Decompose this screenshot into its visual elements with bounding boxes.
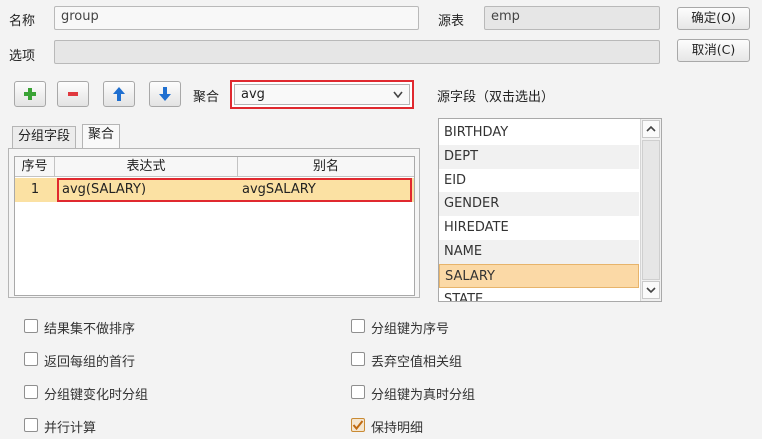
move-up-button[interactable] bbox=[103, 81, 135, 107]
checkbox-no-sort-label: 结果集不做排序 bbox=[44, 322, 136, 337]
checkbox-group-when-true[interactable] bbox=[351, 385, 365, 399]
plus-icon bbox=[24, 88, 36, 100]
checkbox-first-row-label: 返回每组的首行 bbox=[44, 355, 136, 370]
arrow-up-icon bbox=[113, 87, 125, 101]
options-label: 选项 bbox=[9, 49, 36, 64]
chevron-down-icon bbox=[393, 91, 403, 99]
source-fields-list[interactable]: BIRTHDAY DEPT EID GENDER HIREDATE NAME S… bbox=[438, 118, 662, 302]
scroll-down-button[interactable] bbox=[642, 281, 660, 299]
checkbox-keep-detail-label: 保持明细 bbox=[371, 421, 424, 436]
remove-row-button[interactable] bbox=[57, 81, 89, 107]
aggregate-grid[interactable]: 序号 表达式 别名 1 avg(SALARY) avgSALARY bbox=[14, 156, 415, 296]
tab-group-fields-label: 分组字段 bbox=[18, 129, 71, 144]
check-icon bbox=[352, 420, 364, 431]
chevron-down-icon bbox=[646, 287, 656, 294]
checkbox-keep-detail[interactable] bbox=[351, 418, 365, 432]
list-item[interactable]: BIRTHDAY bbox=[439, 121, 639, 145]
add-row-button[interactable] bbox=[14, 81, 46, 107]
list-item[interactable]: EID bbox=[439, 169, 639, 193]
row-index-cell: 1 bbox=[30, 182, 40, 197]
aggregate-label: 聚合 bbox=[193, 90, 220, 105]
checkbox-first-row[interactable] bbox=[24, 352, 38, 366]
checkbox-parallel[interactable] bbox=[24, 418, 38, 432]
aggregate-select-value: avg bbox=[241, 87, 265, 102]
scroll-thumb[interactable] bbox=[642, 140, 660, 280]
checkbox-group-when-true-label: 分组键为真时分组 bbox=[371, 388, 476, 403]
checkbox-key-as-index[interactable] bbox=[351, 319, 365, 333]
list-item[interactable]: GENDER bbox=[439, 192, 639, 216]
list-scrollbar[interactable] bbox=[640, 119, 661, 301]
table-row[interactable]: 1 avg(SALARY) avgSALARY bbox=[15, 178, 414, 202]
checkbox-group-on-change-label: 分组键变化时分组 bbox=[44, 388, 149, 403]
cancel-button-label: 取消(C) bbox=[691, 42, 736, 57]
tab-aggregate[interactable]: 聚合 bbox=[82, 124, 121, 148]
tab-group-fields[interactable]: 分组字段 bbox=[12, 126, 77, 148]
minus-icon bbox=[68, 92, 78, 96]
list-item[interactable]: HIREDATE bbox=[439, 216, 639, 240]
list-item[interactable]: STATE bbox=[439, 288, 639, 301]
checkbox-drop-null-groups[interactable] bbox=[351, 352, 365, 366]
ok-button[interactable]: 确定(O) bbox=[677, 7, 750, 30]
column-header-expression[interactable]: 表达式 bbox=[55, 157, 238, 177]
name-input[interactable]: group bbox=[54, 6, 419, 30]
cancel-button[interactable]: 取消(C) bbox=[677, 39, 750, 62]
column-header-alias[interactable]: 别名 bbox=[238, 157, 414, 177]
checkbox-key-as-index-label: 分组键为序号 bbox=[371, 322, 450, 337]
move-down-button[interactable] bbox=[149, 81, 181, 107]
list-item[interactable]: DEPT bbox=[439, 145, 639, 169]
checkbox-no-sort[interactable] bbox=[24, 319, 38, 333]
source-fields-title: 源字段（双击选出） bbox=[437, 90, 555, 105]
ok-button-label: 确定(O) bbox=[691, 10, 736, 25]
source-table-label: 源表 bbox=[438, 14, 465, 29]
options-input[interactable] bbox=[54, 40, 660, 64]
name-label: 名称 bbox=[9, 14, 36, 29]
column-header-index[interactable]: 序号 bbox=[15, 157, 55, 177]
checkbox-parallel-label: 并行计算 bbox=[44, 421, 97, 436]
row-expression-cell[interactable]: avg(SALARY) bbox=[59, 179, 239, 201]
list-item[interactable]: NAME bbox=[439, 240, 639, 264]
checkbox-drop-null-groups-label: 丢弃空值相关组 bbox=[371, 355, 463, 370]
list-item-selected[interactable]: SALARY bbox=[439, 264, 639, 288]
chevron-up-icon bbox=[646, 125, 656, 132]
checkbox-group-on-change[interactable] bbox=[24, 385, 38, 399]
aggregate-select[interactable]: avg bbox=[230, 80, 414, 109]
scroll-up-button[interactable] bbox=[642, 120, 660, 138]
source-table-input[interactable]: emp bbox=[484, 6, 660, 30]
arrow-down-icon bbox=[159, 87, 171, 101]
tab-aggregate-label: 聚合 bbox=[88, 127, 115, 142]
row-alias-cell[interactable]: avgSALARY bbox=[239, 179, 411, 201]
